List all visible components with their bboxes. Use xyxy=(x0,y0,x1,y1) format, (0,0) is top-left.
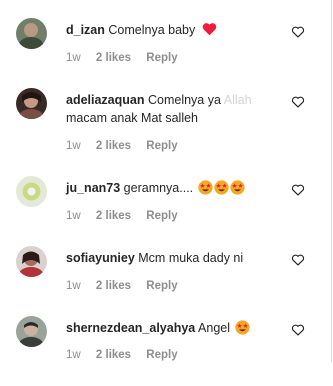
comment-item: ju_nan73 geramnya.... 1w 2 likes Reply xyxy=(0,176,331,246)
comment-body: Comelnya ya xyxy=(147,93,221,107)
comment-time[interactable]: 1w xyxy=(66,140,81,152)
heart-outline-icon[interactable] xyxy=(291,95,305,109)
comment-username[interactable]: sofiayuniey xyxy=(66,251,135,265)
comment-likes[interactable]: 2 likes xyxy=(96,140,131,152)
avatar[interactable] xyxy=(16,18,47,49)
comment-username[interactable]: shernezdean_alyahya xyxy=(66,321,195,335)
comment-time[interactable]: 1w xyxy=(66,52,81,64)
heart-outline-icon[interactable] xyxy=(291,25,305,39)
comment-meta: 1w 2 likes Reply xyxy=(66,140,190,152)
comment-text: ju_nan73 geramnya.... xyxy=(66,179,298,197)
comment-time[interactable]: 1w xyxy=(66,280,81,292)
heart-outline-icon[interactable] xyxy=(291,183,305,197)
avatar[interactable] xyxy=(16,246,47,277)
comment-text: sofiayuniey Mcm muka dady ni xyxy=(66,249,298,267)
comment-likes[interactable]: 2 likes xyxy=(96,210,131,222)
reply-button[interactable]: Reply xyxy=(146,52,177,64)
avatar[interactable] xyxy=(16,176,47,207)
reply-button[interactable]: Reply xyxy=(146,280,177,292)
reply-button[interactable]: Reply xyxy=(146,140,177,152)
star-struck-emoji xyxy=(234,320,250,335)
comment-likes[interactable]: 2 likes xyxy=(96,52,131,64)
comment-meta: 1w 2 likes Reply xyxy=(66,280,190,292)
comment-text: shernezdean_alyahya Angel xyxy=(66,319,298,337)
divider xyxy=(331,0,332,362)
comment-body-line2: macam anak Mat salleh xyxy=(66,111,199,125)
comment-time[interactable]: 1w xyxy=(66,349,81,361)
comment-item: d_izan Comelnya baby 1w 2 likes Reply xyxy=(0,18,331,88)
comment-text: adeliazaquan Comelnya ya Allah macam ana… xyxy=(66,91,298,127)
reply-button[interactable]: Reply xyxy=(146,349,177,361)
comment-username[interactable]: d_izan xyxy=(66,23,105,37)
star-struck-emoji xyxy=(214,180,229,195)
comment-body: geramnya.... xyxy=(123,181,194,195)
comment-meta: 1w 2 likes Reply xyxy=(66,52,190,64)
comment-username[interactable]: adeliazaquan xyxy=(66,93,145,107)
avatar[interactable] xyxy=(16,316,47,347)
red-heart-emoji xyxy=(202,23,216,36)
star-struck-emoji xyxy=(198,180,213,195)
comment-meta: 1w 2 likes Reply xyxy=(66,210,190,222)
comment-likes[interactable]: 2 likes xyxy=(96,280,131,292)
comment-body: Mcm muka dady ni xyxy=(138,251,244,265)
comment-body: Angel xyxy=(198,321,231,335)
comment-body-faded: Allah xyxy=(223,93,252,107)
comment-item: adeliazaquan Comelnya ya Allah macam ana… xyxy=(0,88,331,158)
comment-time[interactable]: 1w xyxy=(66,210,81,222)
heart-outline-icon[interactable] xyxy=(291,253,305,267)
comment-username[interactable]: ju_nan73 xyxy=(66,181,120,195)
heart-outline-icon[interactable] xyxy=(291,323,305,337)
comment-meta: 1w 2 likes Reply xyxy=(66,349,190,361)
comment-item: shernezdean_alyahya Angel 1w 2 likes Rep… xyxy=(0,316,331,386)
star-struck-emoji xyxy=(230,180,245,195)
comment-item: sofiayuniey Mcm muka dady ni 1w 2 likes … xyxy=(0,246,331,316)
reply-button[interactable]: Reply xyxy=(146,210,177,222)
avatar[interactable] xyxy=(16,88,47,119)
comment-likes[interactable]: 2 likes xyxy=(96,349,131,361)
comment-body: Comelnya baby xyxy=(108,23,196,37)
comment-text: d_izan Comelnya baby xyxy=(66,21,298,39)
